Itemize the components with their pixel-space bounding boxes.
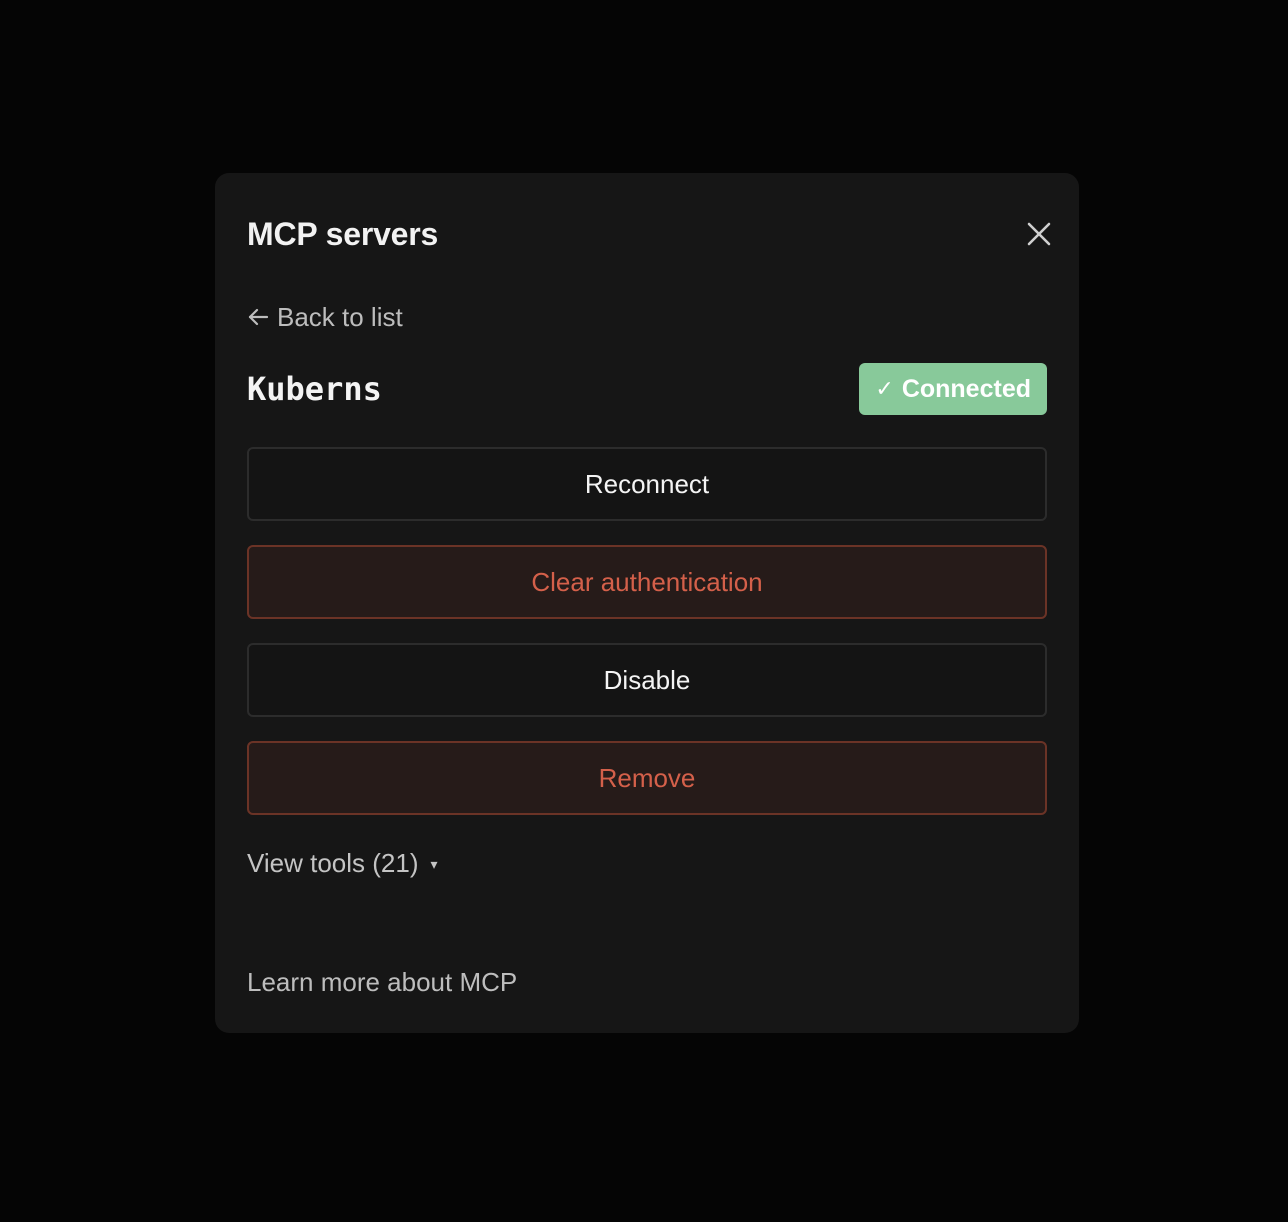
disable-button[interactable]: Disable xyxy=(247,643,1047,717)
close-icon xyxy=(1027,222,1051,246)
server-header: Kuberns ✓ Connected xyxy=(247,363,1047,415)
mcp-servers-dialog: MCP servers Back to list Kuberns ✓ Conne… xyxy=(215,173,1079,1033)
server-name: Kuberns xyxy=(247,370,382,408)
close-button[interactable] xyxy=(1019,214,1059,254)
view-tools-toggle[interactable]: View tools (21) ▾ xyxy=(247,843,438,883)
check-icon: ✓ xyxy=(875,376,894,401)
view-tools-label: View tools (21) xyxy=(247,847,419,878)
status-badge: ✓ Connected xyxy=(859,363,1047,415)
dialog-title: MCP servers xyxy=(247,215,439,252)
dialog-header: MCP servers xyxy=(247,211,1051,257)
arrow-left-icon xyxy=(248,308,269,326)
clear-authentication-button[interactable]: Clear authentication xyxy=(247,545,1047,619)
back-to-list-label: Back to list xyxy=(277,301,403,332)
status-label: Connected xyxy=(901,374,1031,403)
back-to-list-link[interactable]: Back to list xyxy=(247,297,403,337)
caret-down-icon: ▾ xyxy=(430,856,438,872)
learn-more-link[interactable]: Learn more about MCP xyxy=(247,962,517,1002)
reconnect-button[interactable]: Reconnect xyxy=(247,447,1047,521)
remove-button[interactable]: Remove xyxy=(247,741,1047,815)
